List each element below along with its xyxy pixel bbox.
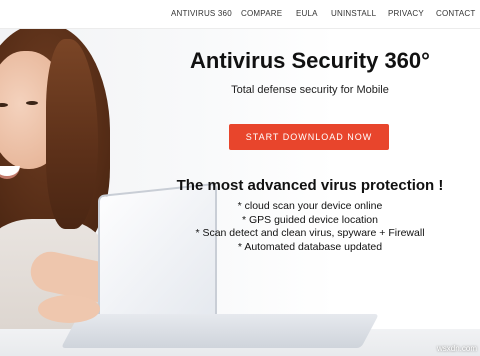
feature-item: * Scan detect and clean virus, spyware +… — [195, 227, 425, 239]
feature-item: * Automated database updated — [237, 240, 383, 253]
nav-link-contact[interactable]: CONTACT — [436, 9, 475, 18]
page-subtitle: Total defense security for Mobile — [231, 84, 389, 96]
watermark: wsxdn.com — [437, 344, 478, 353]
nav-link-privacy[interactable]: PRIVACY — [388, 9, 424, 18]
nav-divider — [0, 28, 480, 29]
top-navigation: ANTIVIRUS 360 COMPARE EULA UNINSTALL PRI… — [0, 0, 480, 28]
feature-list: * cloud scan your device online * GPS gu… — [160, 200, 460, 254]
page-title: Antivirus Security 360° — [190, 48, 430, 73]
nav-link-uninstall[interactable]: UNINSTALL — [331, 9, 376, 18]
hero-content: Antivirus Security 360° Total defense se… — [0, 0, 480, 356]
feature-item: * cloud scan your device online — [237, 200, 383, 212]
landing-page: ANTIVIRUS 360 COMPARE EULA UNINSTALL PRI… — [0, 0, 480, 356]
protection-headline: The most advanced virus protection ! — [176, 177, 444, 194]
start-download-button[interactable]: START DOWNLOAD NOW — [229, 124, 389, 150]
nav-link-eula[interactable]: EULA — [296, 9, 318, 18]
feature-item: * GPS guided device location — [241, 213, 378, 226]
nav-link-compare[interactable]: COMPARE — [241, 9, 282, 18]
nav-link-antivirus-360[interactable]: ANTIVIRUS 360 — [171, 9, 232, 18]
